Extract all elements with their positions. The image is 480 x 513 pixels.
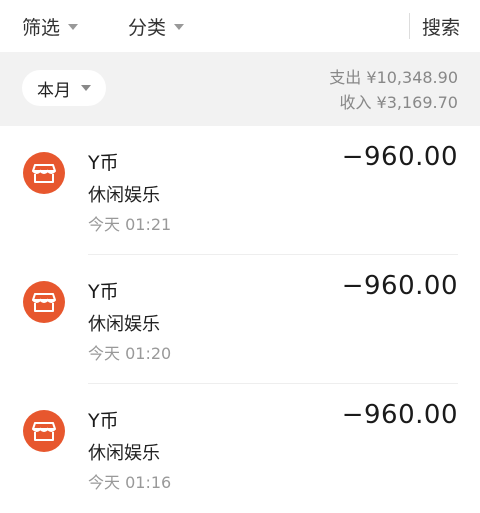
caret-down-icon bbox=[68, 23, 79, 30]
transaction-time: 今天 01:20 bbox=[88, 344, 172, 363]
transaction-time: 今天 01:16 bbox=[88, 473, 172, 492]
filter-dropdown[interactable]: 筛选 bbox=[22, 13, 79, 40]
transaction-amount: −960.00 bbox=[341, 271, 458, 301]
transaction-category: 休闲娱乐 bbox=[88, 314, 160, 335]
header-divider bbox=[409, 13, 410, 39]
transaction-category: 休闲娱乐 bbox=[88, 443, 160, 464]
top-filter-bar: 筛选 分类 搜索 bbox=[0, 0, 480, 52]
transaction-title: Y币 bbox=[88, 152, 119, 174]
expense-total: 支出 ¥10,348.90 bbox=[329, 68, 458, 87]
search-button[interactable]: 搜索 bbox=[422, 13, 460, 40]
transaction-item[interactable]: Y币 休闲娱乐 今天 01:21 −960.00 bbox=[0, 126, 480, 255]
transaction-time: 今天 01:21 bbox=[88, 215, 172, 234]
monthly-summary-bar: 本月 支出 ¥10,348.90 收入 ¥3,169.70 bbox=[0, 52, 480, 126]
transaction-item[interactable]: Y币 休闲娱乐 今天 01:16 −960.00 bbox=[0, 384, 480, 513]
transaction-amount: −960.00 bbox=[341, 142, 458, 172]
transaction-item[interactable]: Y币 休闲娱乐 今天 01:20 −960.00 bbox=[0, 255, 480, 384]
totals: 支出 ¥10,348.90 收入 ¥3,169.70 bbox=[329, 65, 458, 115]
shop-icon bbox=[23, 152, 65, 194]
transaction-title: Y币 bbox=[88, 410, 119, 432]
transaction-title: Y币 bbox=[88, 281, 119, 303]
caret-down-icon bbox=[174, 23, 185, 30]
filter-label: 筛选 bbox=[22, 17, 61, 39]
shop-icon bbox=[23, 281, 65, 323]
category-label: 分类 bbox=[128, 17, 167, 39]
caret-down-icon bbox=[81, 85, 91, 91]
transaction-category: 休闲娱乐 bbox=[88, 185, 160, 206]
transaction-amount: −960.00 bbox=[341, 400, 458, 430]
month-label: 本月 bbox=[37, 80, 71, 101]
income-total: 收入 ¥3,169.70 bbox=[339, 93, 458, 112]
month-selector[interactable]: 本月 bbox=[22, 70, 106, 106]
category-dropdown[interactable]: 分类 bbox=[128, 13, 185, 40]
transaction-list: Y币 休闲娱乐 今天 01:21 −960.00 Y币 休闲娱乐 今天 01:2… bbox=[0, 126, 480, 513]
shop-icon bbox=[23, 410, 65, 452]
